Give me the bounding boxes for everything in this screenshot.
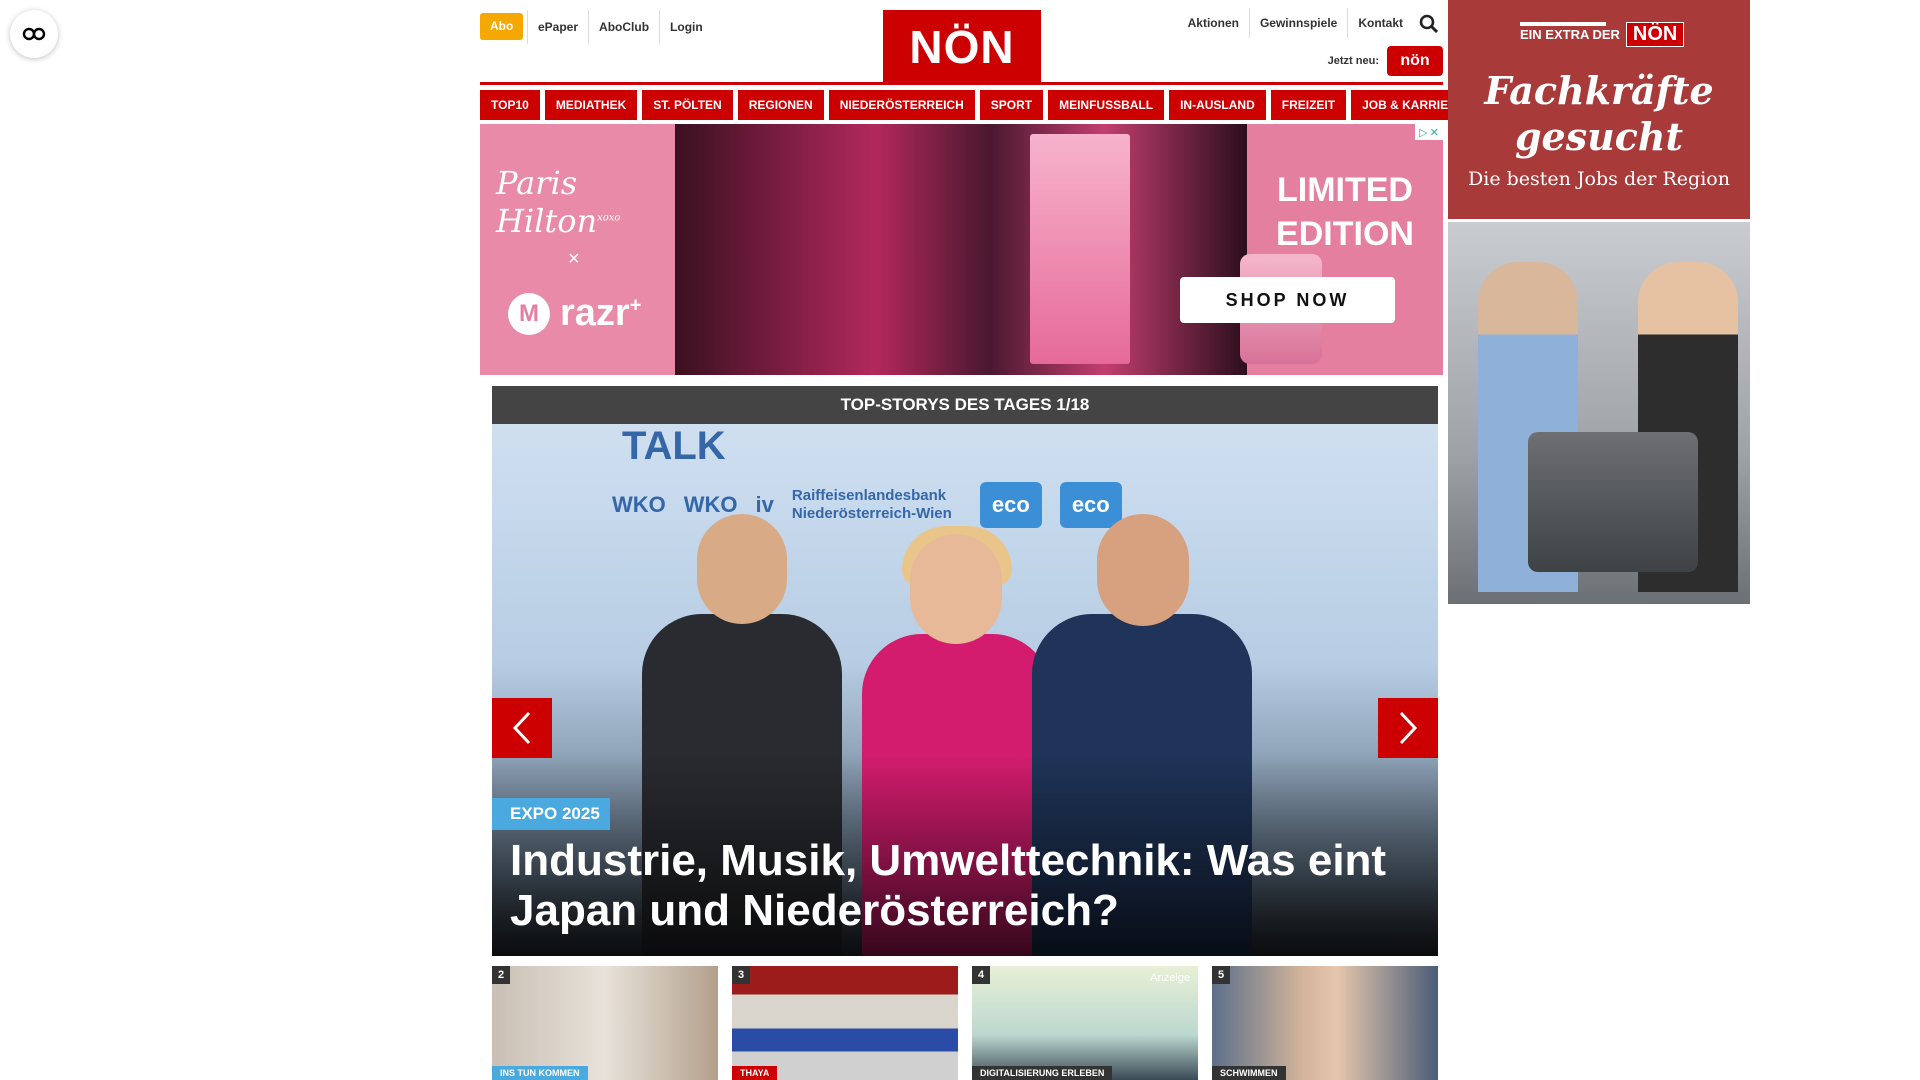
thumbnail-number: 4 [972,966,990,984]
thumbnail-category: SCHWIMMEN [1212,1066,1286,1080]
job-ad-photo [1448,222,1750,604]
job-ad-extra-label: EIN EXTRA DER NÖN [1520,22,1685,47]
ad-headline: LIMITED EDITION [1276,171,1414,253]
job-ad-machine [1528,432,1698,572]
ad-badge: Anzeige [1150,972,1190,984]
aktionen-link[interactable]: Aktionen [1178,8,1250,38]
abo-button[interactable]: Abo [480,13,524,40]
nav-item-meinfussball[interactable]: MEINFUSSBALL [1048,90,1165,120]
ad-shop-now-button[interactable]: SHOP NOW [1180,277,1395,323]
mini-noen-logo-text: nön [1400,52,1430,69]
top-stories-heading: TOP-STORYS DES TAGES 1/18 [492,386,1438,424]
epaper-link[interactable]: ePaper [527,10,588,44]
chevron-right-icon [1399,711,1418,745]
mini-noen-logo[interactable]: nön [1387,46,1443,76]
nav-item-niederoesterreich[interactable]: NIEDERÖSTERREICH [828,90,975,120]
accessibility-icon [22,27,46,41]
header-divider [480,82,1443,85]
slider-next-button[interactable] [1378,698,1438,758]
search-button[interactable] [1413,8,1443,38]
top-stories-slider: TOP-STORYS DES TAGES 1/18 TALK WKO WKO i… [492,386,1438,956]
nav-item-regionen[interactable]: REGIONEN [737,90,824,120]
motorola-icon: M [508,292,550,335]
ad-brand-panel: Paris Hiltonxoxo × M razr+ [480,124,675,375]
utility-links: Aktionen Gewinnspiele Kontakt [1178,8,1443,38]
nav-item-mediathek[interactable]: MEDIATHEK [544,90,638,120]
accessibility-button[interactable] [10,10,58,58]
thumbnail-number: 3 [732,966,750,984]
story-thumbnail[interactable]: 2 INS TUN KOMMEN [492,966,718,1080]
nav-item-st-poelten[interactable]: ST. PÖLTEN [642,90,733,120]
nav-item-top10[interactable]: TOP10 [480,90,540,120]
job-ad-headline: Fachkräfte gesucht [1484,68,1714,159]
story-thumbnail[interactable]: 4 Anzeige DIGITALISIERUNG ERLEBEN [972,966,1198,1080]
thumbnail-number: 5 [1212,966,1230,984]
job-ad-subline: Die besten Jobs der Region [1468,168,1730,190]
ad-cross: × [568,248,580,270]
aboclub-link[interactable]: AboClub [588,10,659,44]
banner-ad[interactable]: Paris Hiltonxoxo × M razr+ LIMITED EDITI… [480,124,1443,375]
story-headline[interactable]: Industrie, Musik, Umwelttechnik: Was ein… [510,836,1420,936]
site-logo[interactable]: NÖN [883,10,1041,83]
job-ad-header: EIN EXTRA DER NÖN Fachkräfte gesucht Die… [1448,0,1750,219]
adchoices-icon[interactable]: ▷ ✕ [1415,124,1443,140]
story-thumbnail[interactable]: 3 THAYA [732,966,958,1080]
search-icon [1419,14,1438,33]
stage-backdrop-text: TALK [622,424,726,468]
story-thumbnail[interactable]: 5 SCHWIMMEN [1212,966,1438,1080]
gewinnspiele-link[interactable]: Gewinnspiele [1250,8,1349,38]
ad-product-image [675,124,1322,375]
thumbnail-category: THAYA [732,1066,778,1080]
job-ad[interactable]: EIN EXTRA DER NÖN Fachkräfte gesucht Die… [1448,0,1750,604]
main-nav: TOP10 MEDIATHEK ST. PÖLTEN REGIONEN NIED… [480,90,1476,120]
slider-prev-button[interactable] [492,698,552,758]
kontakt-link[interactable]: Kontakt [1348,8,1413,38]
login-link[interactable]: Login [659,10,713,44]
ad-product-box [1030,134,1130,364]
nav-item-in-ausland[interactable]: IN-AUSLAND [1169,90,1266,120]
top-story-image[interactable]: TALK WKO WKO iv Raiffeisenlandesbank Nie… [492,424,1438,956]
story-thumbnails: 2 INS TUN KOMMEN 3 THAYA 4 Anzeige DIGIT… [492,966,1438,1080]
nav-item-freizeit[interactable]: FREIZEIT [1270,90,1347,120]
site-header: Abo ePaper AboClub Login NÖN Aktionen Ge… [480,0,1443,88]
thumbnail-category: INS TUN KOMMEN [492,1066,588,1080]
ad-brand-script: Paris Hiltonxoxo [496,164,621,240]
jetzt-neu-label: Jetzt neu: [1327,55,1379,67]
thumbnail-category: DIGITALISIERUNG ERLEBEN [972,1066,1113,1080]
top-links: ePaper AboClub Login [527,10,713,44]
thumbnail-number: 2 [492,966,510,984]
jetzt-neu: Jetzt neu: nön [1328,46,1443,76]
job-ad-logo: NÖN [1625,22,1685,47]
story-category-tag[interactable]: EXPO 2025 [492,798,610,830]
ad-partner: M razr+ [508,292,641,335]
job-ad-bar [1520,22,1606,26]
nav-item-sport[interactable]: SPORT [979,90,1044,120]
chevron-left-icon [512,711,531,745]
